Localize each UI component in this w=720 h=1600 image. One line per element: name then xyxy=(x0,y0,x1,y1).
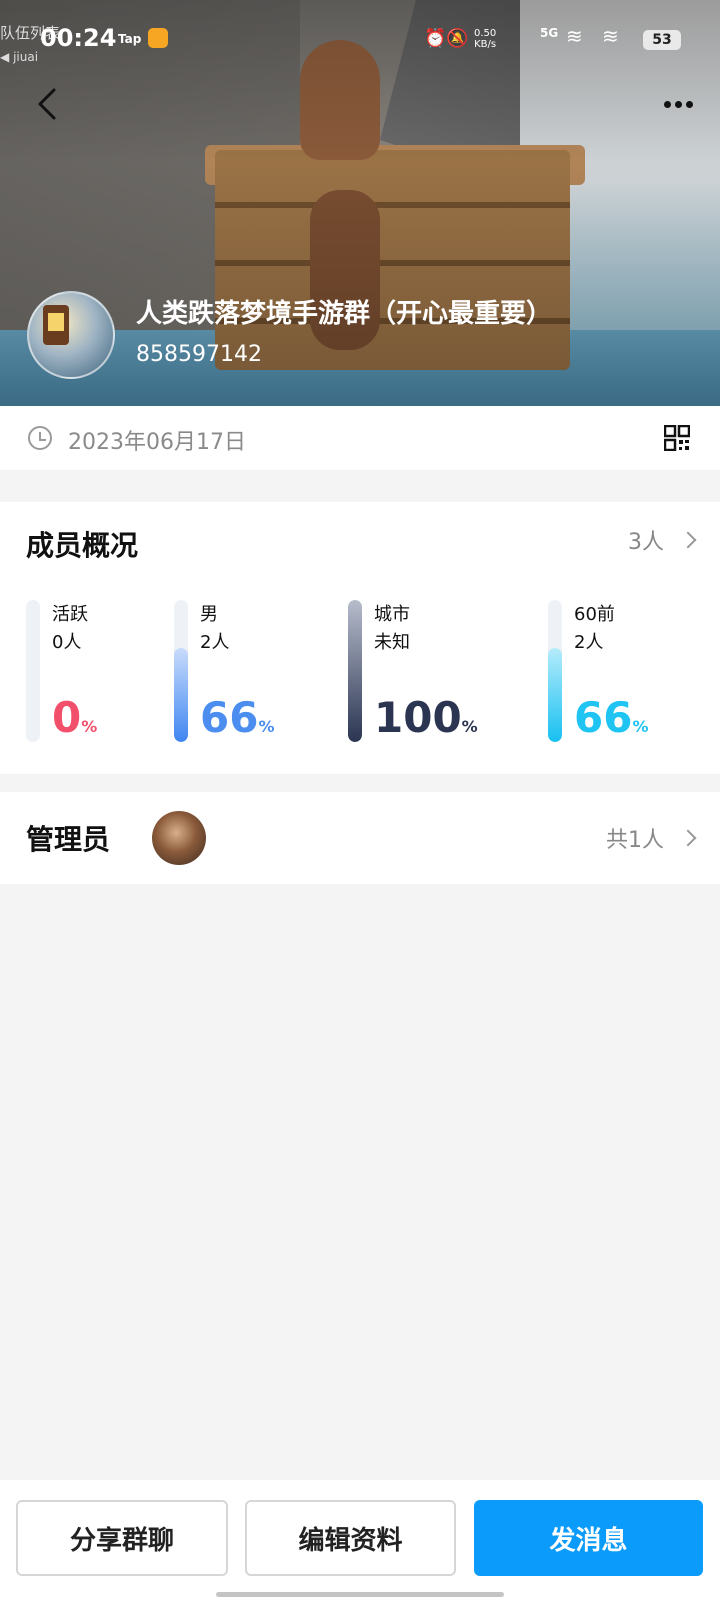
stat-percent-number: 66 xyxy=(200,693,259,742)
created-date-row: 2023年06月17日 xyxy=(0,406,720,470)
qr-code-icon[interactable] xyxy=(663,424,691,452)
stat-label: 60前 xyxy=(574,604,615,625)
member-overview-title: 成员概况 xyxy=(26,529,139,562)
stat-label: 男 xyxy=(200,604,218,625)
share-group-button[interactable]: 分享群聊 xyxy=(16,1500,228,1576)
back-button[interactable] xyxy=(30,86,66,122)
app-notification-icon xyxy=(148,28,168,48)
stat-percent-number: 100 xyxy=(374,693,462,742)
member-count-link[interactable]: 3人 xyxy=(628,524,697,556)
wifi-icon: ≋ xyxy=(566,24,583,48)
send-message-button[interactable]: 发消息 xyxy=(474,1500,703,1576)
mute-icon: 🔕 xyxy=(446,28,469,49)
group-cover-banner: 队伍列表 ◀ jiuai 00:24 Tap ⏰ 🔕 0.50 KB/s 5G … xyxy=(0,0,720,406)
stat-label: 城市 xyxy=(374,604,410,625)
created-date: 2023年06月17日 xyxy=(68,430,246,455)
wifi-icon-2: ≋ xyxy=(602,24,619,48)
chevron-right-icon xyxy=(679,531,697,549)
group-name: 人类跌落梦境手游群（开心最重要） xyxy=(136,299,553,329)
admin-title: 管理员 xyxy=(26,823,111,856)
edit-profile-button[interactable]: 编辑资料 xyxy=(245,1500,456,1576)
member-count: 3人 xyxy=(628,530,664,555)
net-speed-value: 0.50 xyxy=(474,28,497,39)
more-dot-icon xyxy=(686,100,693,108)
tap-app-label: Tap xyxy=(118,32,142,46)
stat-percent: 0% xyxy=(52,692,97,753)
stat-percent-number: 0 xyxy=(52,693,82,742)
stat-percent-sign: % xyxy=(81,717,98,736)
clock-icon xyxy=(28,426,52,450)
net-speed-unit: KB/s xyxy=(474,39,497,50)
group-avatar[interactable] xyxy=(27,291,115,379)
network-type: 5G xyxy=(540,26,559,40)
stat-bar-fill xyxy=(174,648,188,742)
stat-bar-track xyxy=(174,600,188,742)
alarm-icon: ⏰ xyxy=(424,28,447,49)
admin-avatar[interactable] xyxy=(152,811,206,865)
stat-bar-track xyxy=(26,600,40,742)
admin-count-link[interactable]: 共1人 xyxy=(606,822,697,854)
chevron-right-icon xyxy=(679,829,697,847)
battery-indicator: 53 xyxy=(643,30,681,50)
stat-value: 2人 xyxy=(574,632,604,653)
stat-percent-sign: % xyxy=(258,717,275,736)
more-options-button[interactable] xyxy=(664,94,704,114)
stat-percent: 66% xyxy=(200,692,274,753)
stat-bar-fill xyxy=(348,600,362,742)
group-id: 858597142 xyxy=(136,342,262,367)
net-speed: 0.50 KB/s xyxy=(474,28,496,50)
stat-bar-track xyxy=(548,600,562,742)
lantern-icon xyxy=(43,305,69,345)
status-bar: 00:24 Tap ⏰ 🔕 0.50 KB/s 5G ≋ ≋ 53 xyxy=(0,22,720,62)
stat-value: 未知 xyxy=(374,632,410,653)
stat-value: 0人 xyxy=(52,632,82,653)
more-dot-icon xyxy=(675,100,682,108)
admin-row[interactable]: 管理员 共1人 xyxy=(0,792,720,884)
status-time: 00:24 xyxy=(40,24,117,52)
stat-bar-track xyxy=(348,600,362,742)
stat-percent: 100% xyxy=(374,692,478,753)
home-indicator[interactable] xyxy=(216,1592,504,1597)
admin-count: 共1人 xyxy=(606,828,664,853)
more-dot-icon xyxy=(664,100,671,108)
stat-percent-sign: % xyxy=(632,717,649,736)
stat-bar-fill xyxy=(548,648,562,742)
stat-percent-number: 66 xyxy=(574,693,633,742)
stat-label: 活跃 xyxy=(52,604,88,625)
stat-percent-sign: % xyxy=(461,717,478,736)
bottom-action-bar: 分享群聊 编辑资料 发消息 xyxy=(0,1480,720,1600)
stat-value: 2人 xyxy=(200,632,230,653)
member-overview-card: 成员概况 3人 活跃 0人 0% 男 2人 66% 城市未知 100% 60前 2人 66% xyxy=(0,502,720,774)
stat-percent: 66% xyxy=(574,692,648,753)
chevron-left-icon xyxy=(38,88,56,120)
